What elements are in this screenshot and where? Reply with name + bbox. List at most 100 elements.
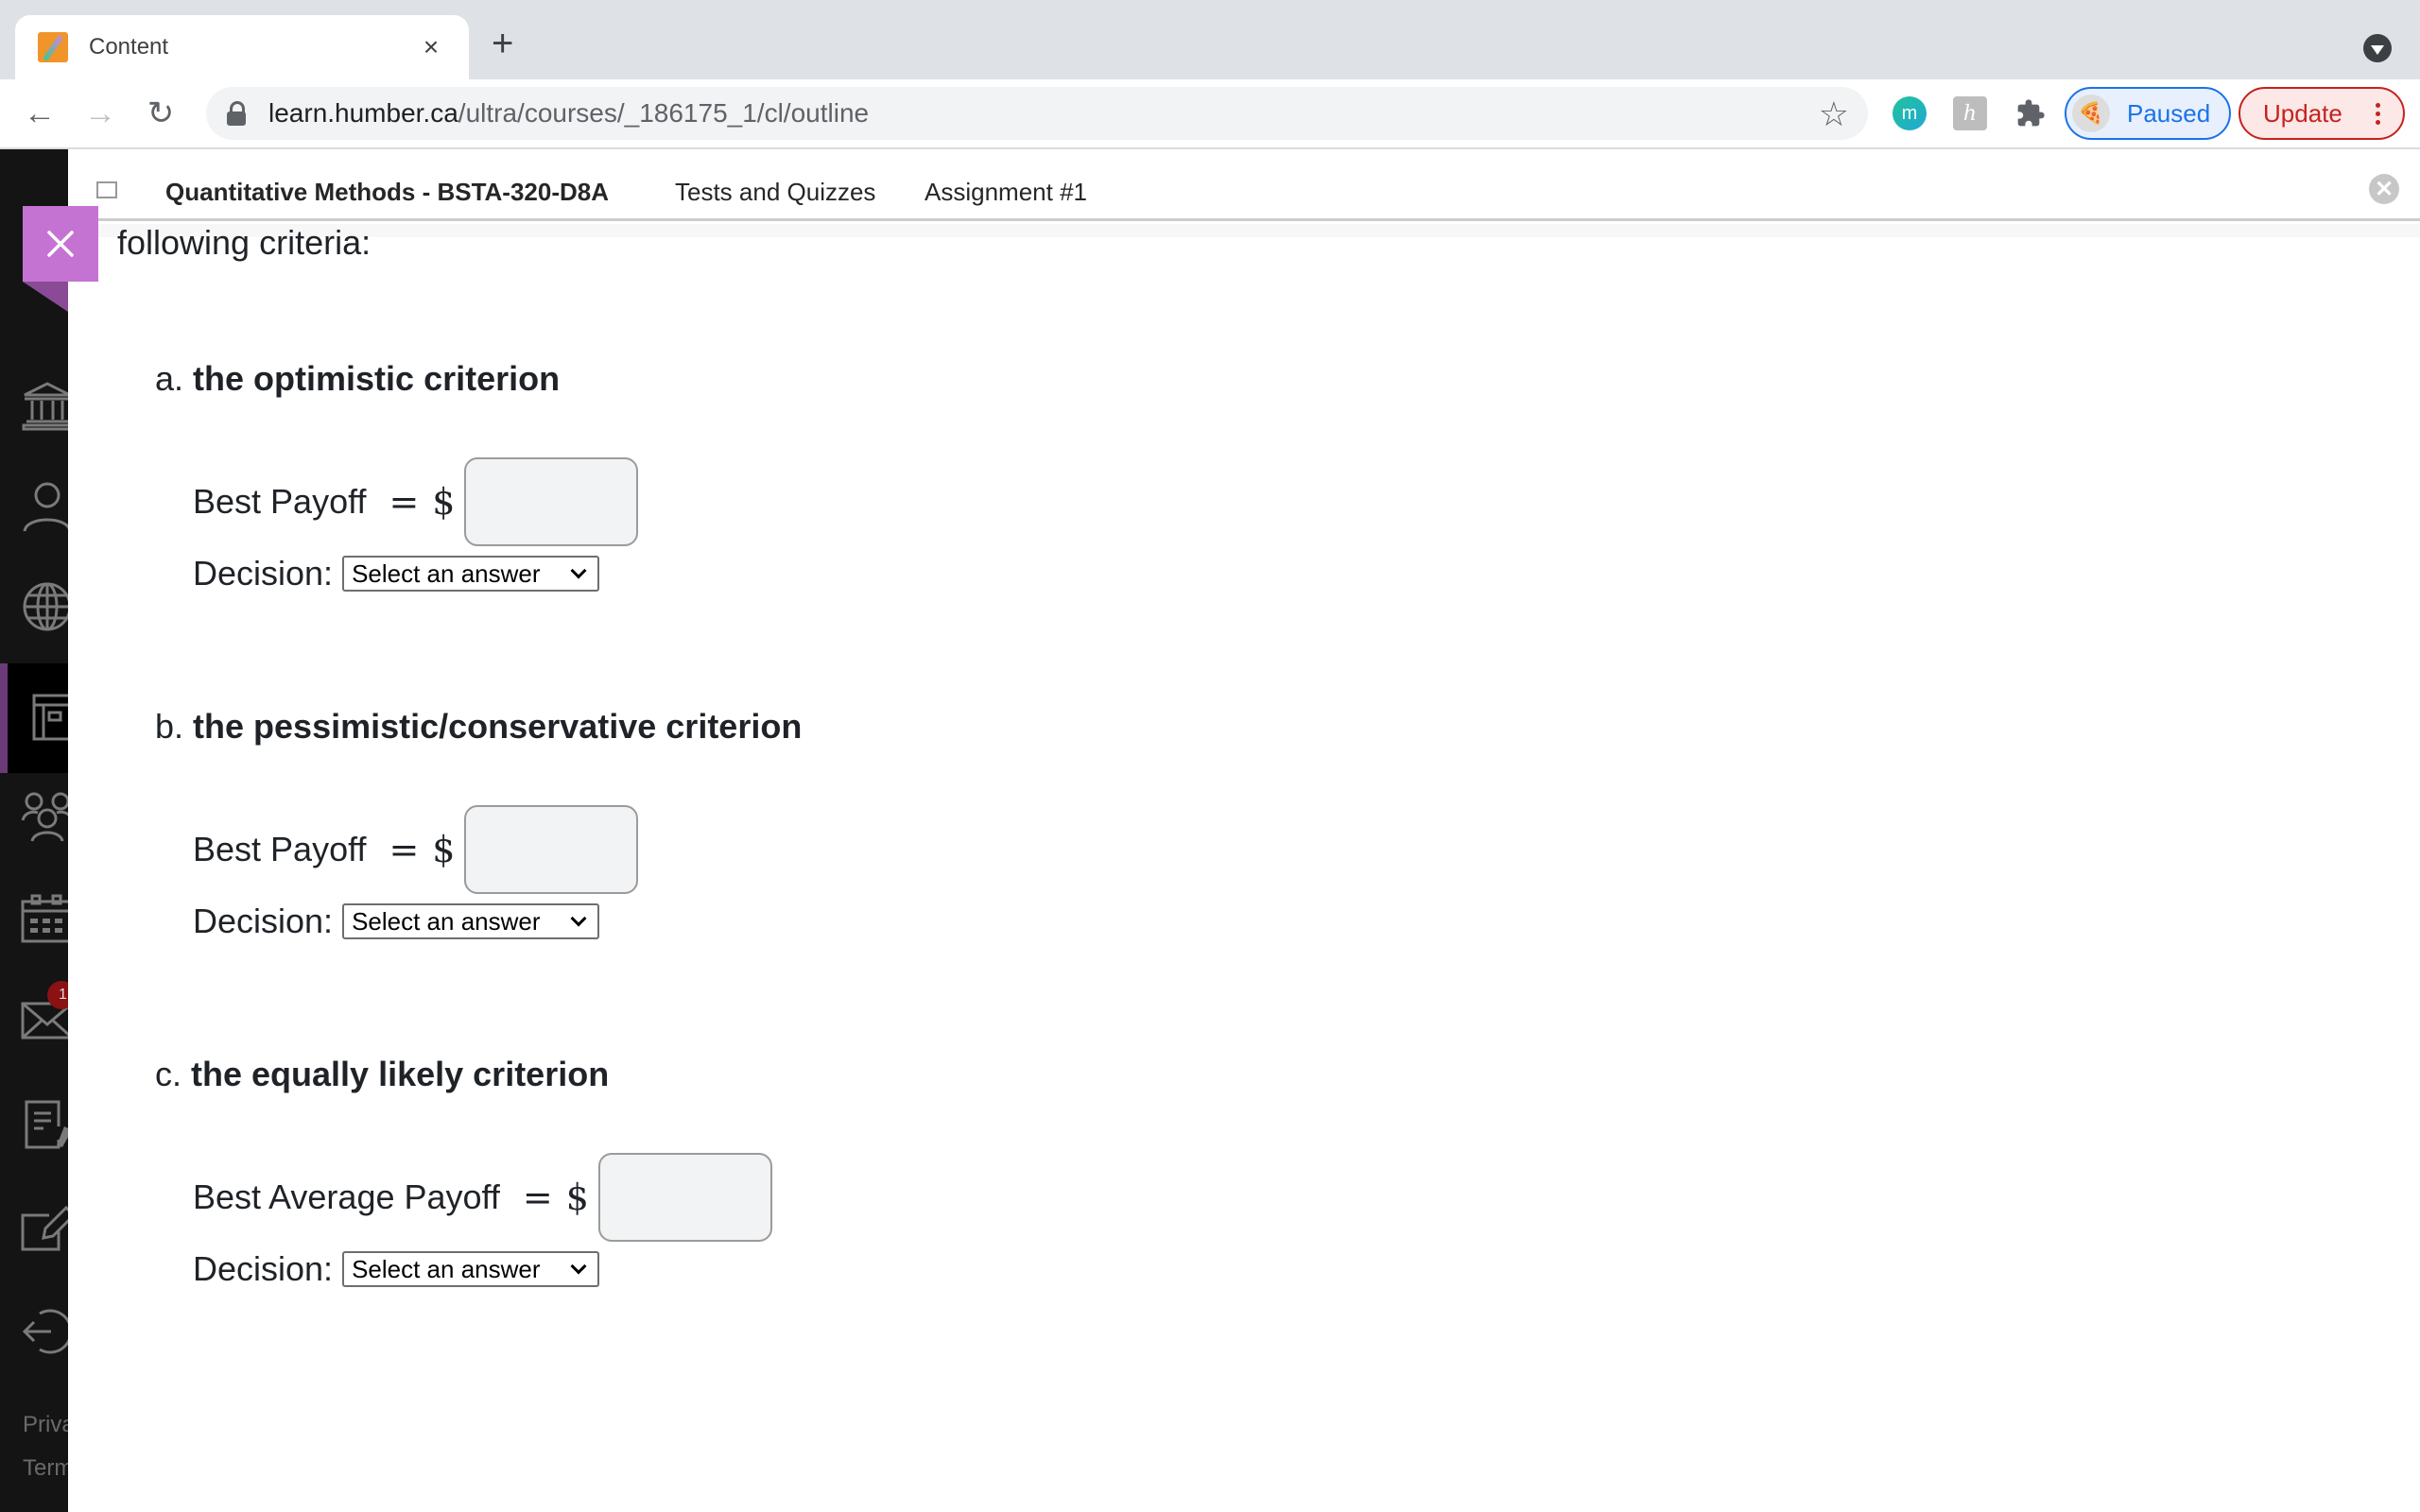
reload-icon: ↻ bbox=[147, 95, 175, 131]
calendar-icon bbox=[21, 894, 68, 943]
avatar: 🍕 bbox=[2072, 94, 2110, 132]
decision-label: Decision: bbox=[193, 902, 334, 940]
browser-toolbar: ← → ↻ learn.humber.ca/ultra/courses/_186… bbox=[0, 79, 2420, 149]
chevron-down-icon bbox=[570, 1258, 587, 1275]
part-b-payoff-row: Best Payoff = $ bbox=[193, 805, 639, 894]
breadcrumb-course[interactable]: Quantitative Methods - BSTA-320-D8A bbox=[165, 178, 609, 207]
profile-button[interactable]: 🍕 Paused bbox=[2065, 87, 2231, 140]
part-letter: b. bbox=[155, 707, 184, 746]
lock-icon bbox=[227, 101, 246, 126]
currency-symbol: $ bbox=[432, 481, 456, 523]
kebab-menu-icon bbox=[2363, 102, 2392, 125]
question-intro: following criteria: bbox=[117, 223, 372, 262]
url-domain: learn.humber.ca bbox=[268, 98, 458, 128]
nav-organizations[interactable] bbox=[21, 792, 68, 845]
messages-badge: 1 bbox=[47, 981, 68, 1009]
equals-sign: = bbox=[522, 1177, 553, 1218]
update-button[interactable]: Update bbox=[2238, 87, 2405, 140]
update-label: Update bbox=[2263, 98, 2342, 128]
url-path: /ultra/courses/_186175_1/cl/outline bbox=[458, 98, 870, 128]
window-icon[interactable] bbox=[93, 181, 117, 208]
tab-title: Content bbox=[89, 34, 169, 60]
payoff-label: Best Payoff bbox=[193, 830, 367, 868]
terms-link[interactable]: Terms bbox=[23, 1455, 68, 1482]
part-b-decision-select[interactable]: Select an answer bbox=[342, 903, 600, 939]
nav-activity[interactable] bbox=[21, 580, 68, 633]
groups-icon bbox=[21, 792, 68, 842]
h-extension-icon[interactable]: h bbox=[1953, 96, 1987, 130]
nav-profile[interactable] bbox=[21, 480, 68, 533]
select-value: Select an answer bbox=[352, 1254, 541, 1283]
nav-calendar[interactable] bbox=[21, 892, 68, 945]
divider bbox=[68, 224, 2420, 237]
part-c-decision-select[interactable]: Select an answer bbox=[342, 1251, 600, 1287]
back-button[interactable]: ← bbox=[19, 93, 60, 134]
decision-label: Decision: bbox=[193, 554, 334, 593]
breadcrumb-tests-and-quizzes[interactable]: Tests and Quizzes bbox=[675, 178, 875, 207]
part-title: the pessimistic/conservative criterion bbox=[193, 707, 803, 746]
panel-fold-decoration bbox=[23, 282, 68, 312]
part-b-payoff-input[interactable] bbox=[464, 805, 639, 894]
new-tab-button[interactable]: + bbox=[492, 25, 513, 62]
nav-tools[interactable] bbox=[21, 1202, 68, 1255]
courses-icon bbox=[32, 694, 68, 741]
nav-grades[interactable] bbox=[21, 1098, 68, 1151]
select-value: Select an answer bbox=[352, 906, 541, 936]
select-value: Select an answer bbox=[352, 558, 541, 588]
part-c-decision-row: Decision: Select an answer bbox=[193, 1249, 600, 1289]
equals-sign: = bbox=[389, 481, 420, 523]
person-icon bbox=[23, 482, 68, 532]
profile-status: Paused bbox=[2127, 98, 2211, 128]
institution-icon bbox=[22, 382, 68, 431]
nav-courses[interactable] bbox=[21, 692, 68, 745]
course-breadcrumb-bar: Quantitative Methods - BSTA-320-D8A Test… bbox=[68, 149, 2420, 221]
m-extension-icon[interactable]: m bbox=[1893, 96, 1927, 130]
arrow-left-icon: ← bbox=[24, 94, 56, 131]
edit-icon bbox=[21, 1205, 68, 1251]
part-a-heading: a. the optimistic criterion bbox=[155, 359, 560, 399]
breadcrumb-assignment[interactable]: Assignment #1 bbox=[925, 178, 1087, 207]
browser-tab[interactable]: Content × bbox=[15, 15, 469, 79]
payoff-label: Best Payoff bbox=[193, 482, 367, 521]
nav-institution[interactable] bbox=[21, 380, 68, 433]
url-text[interactable]: learn.humber.ca/ultra/courses/_186175_1/… bbox=[268, 98, 869, 129]
sign-out-icon bbox=[22, 1309, 68, 1354]
close-panel-button[interactable] bbox=[23, 206, 98, 282]
content-panel: Quantitative Methods - BSTA-320-D8A Test… bbox=[68, 149, 2420, 1512]
part-title: the optimistic criterion bbox=[193, 359, 561, 398]
part-b-decision-row: Decision: Select an answer bbox=[193, 902, 600, 941]
currency-symbol: $ bbox=[565, 1177, 589, 1218]
part-b-heading: b. the pessimistic/conservative criterio… bbox=[155, 707, 802, 747]
part-a-decision-select[interactable]: Select an answer bbox=[342, 556, 600, 592]
reload-button[interactable]: ↻ bbox=[140, 93, 182, 134]
nav-sign-out[interactable] bbox=[21, 1304, 68, 1357]
part-c-payoff-row: Best Average Payoff = $ bbox=[193, 1153, 772, 1242]
left-navigation: 1 Privacy Terms bbox=[0, 149, 68, 1512]
globe-icon bbox=[23, 582, 68, 631]
close-icon bbox=[47, 231, 74, 257]
part-c-heading: c. the equally likely criterion bbox=[155, 1055, 609, 1094]
payoff-label: Best Average Payoff bbox=[193, 1177, 500, 1216]
pencil-icon bbox=[38, 32, 68, 62]
close-icon[interactable]: ✕ bbox=[2369, 174, 2399, 204]
part-title: the equally likely criterion bbox=[191, 1055, 610, 1093]
part-letter: a. bbox=[155, 359, 184, 398]
chevron-down-icon bbox=[570, 562, 587, 579]
arrow-right-icon: → bbox=[84, 94, 116, 131]
privacy-link[interactable]: Privacy bbox=[23, 1412, 68, 1438]
bookmark-star-icon[interactable]: ☆ bbox=[1819, 94, 1849, 134]
grades-icon bbox=[25, 1100, 68, 1149]
chevron-down-icon bbox=[570, 910, 587, 927]
currency-symbol: $ bbox=[432, 829, 456, 870]
part-a-payoff-input[interactable] bbox=[464, 457, 639, 546]
part-a-payoff-row: Best Payoff = $ bbox=[193, 457, 639, 546]
decision-label: Decision: bbox=[193, 1249, 334, 1288]
tab-search-icon[interactable] bbox=[2363, 34, 2392, 62]
tab-close-icon[interactable]: × bbox=[416, 32, 446, 62]
part-letter: c. bbox=[155, 1055, 182, 1093]
equals-sign: = bbox=[389, 829, 420, 870]
forward-button[interactable]: → bbox=[79, 93, 121, 134]
part-c-payoff-input[interactable] bbox=[597, 1153, 772, 1242]
address-bar[interactable]: learn.humber.ca/ultra/courses/_186175_1/… bbox=[206, 87, 1868, 140]
extensions-puzzle-icon[interactable] bbox=[2014, 96, 2048, 130]
